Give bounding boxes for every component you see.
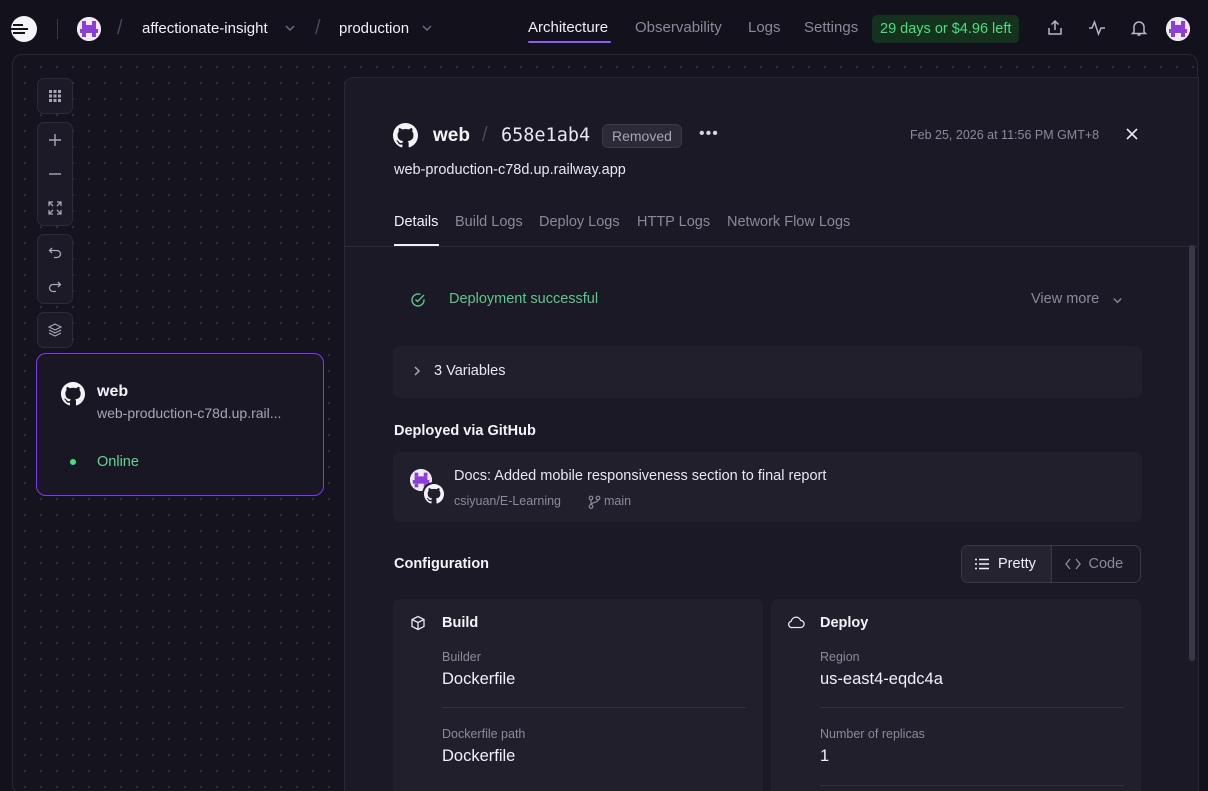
divider xyxy=(442,707,746,708)
status-dot-icon xyxy=(70,459,76,465)
build-title: Build xyxy=(442,615,479,631)
github-icon xyxy=(393,123,418,148)
grid-icon[interactable] xyxy=(38,79,72,113)
variables-row[interactable]: 3 Variables xyxy=(393,346,1142,398)
nav-settings[interactable]: Settings xyxy=(804,19,858,36)
removed-badge: Removed xyxy=(602,124,682,148)
zoom-out-icon[interactable] xyxy=(38,157,72,191)
tab-http-logs[interactable]: HTTP Logs xyxy=(637,214,710,230)
list-icon xyxy=(975,558,989,570)
project-name[interactable]: affectionate-insight xyxy=(142,20,268,37)
divider xyxy=(57,19,58,39)
git-branch-icon xyxy=(588,495,601,509)
service-name: web xyxy=(97,383,129,400)
view-more-button[interactable]: View more xyxy=(1031,291,1099,307)
details-tabs: Details Build Logs Deploy Logs HTTP Logs… xyxy=(345,214,1198,247)
variables-label: 3 Variables xyxy=(434,363,506,379)
tab-build-logs[interactable]: Build Logs xyxy=(455,214,523,230)
commit-message[interactable]: Docs: Added mobile responsiveness sectio… xyxy=(454,468,826,484)
deployment-hash[interactable]: 658e1ab4 xyxy=(501,125,590,146)
replicas-value: 1 xyxy=(820,747,830,765)
config-view-toggle: Pretty Code xyxy=(961,545,1141,583)
nav-architecture[interactable]: Architecture xyxy=(528,19,608,36)
service-domain: web-production-c78d.up.rail... xyxy=(97,405,282,421)
trial-badge[interactable]: 29 days or $4.96 left xyxy=(872,15,1020,43)
chevron-right-icon xyxy=(414,366,421,376)
code-icon xyxy=(1064,558,1081,570)
service-card-web[interactable]: web web-production-c78d.up.rail... Onlin… xyxy=(36,353,324,496)
deployment-url[interactable]: web-production-c78d.up.railway.app xyxy=(394,162,626,178)
configuration-heading: Configuration xyxy=(394,556,490,572)
canvas-history-toolbar xyxy=(37,234,73,304)
github-icon xyxy=(61,382,85,406)
canvas-zoom-toolbar xyxy=(37,122,73,226)
deployment-timestamp: Feb 25, 2026 at 11:56 PM GMT+8 xyxy=(910,128,1100,142)
divider xyxy=(820,785,1124,786)
builder-value: Dockerfile xyxy=(442,670,516,688)
nav-logs[interactable]: Logs xyxy=(748,19,781,36)
activity-icon[interactable] xyxy=(1088,19,1106,37)
environment-chevron-down-icon[interactable] xyxy=(421,22,433,34)
code-view-button[interactable]: Code xyxy=(1052,546,1141,582)
service-status: Online xyxy=(97,454,139,470)
canvas-layers-toolbar xyxy=(37,312,73,348)
view-more-chevron-down-icon[interactable] xyxy=(1112,295,1123,306)
environment-name[interactable]: production xyxy=(339,20,409,37)
divider xyxy=(820,707,1124,708)
deployment-status: Deployment successful xyxy=(449,291,599,307)
package-icon xyxy=(411,615,425,631)
commit-info[interactable]: Docs: Added mobile responsiveness sectio… xyxy=(393,452,1142,522)
deploy-config-card: Deploy Region us-east4-eqdc4a Number of … xyxy=(771,599,1141,791)
fit-view-icon[interactable] xyxy=(38,191,72,225)
tab-network-flow-logs[interactable]: Network Flow Logs xyxy=(727,214,850,230)
dockerfile-path-value: Dockerfile xyxy=(442,747,516,765)
nav-active-indicator xyxy=(528,41,611,43)
code-label: Code xyxy=(1088,556,1124,572)
close-icon[interactable] xyxy=(1126,128,1138,140)
user-avatar-icon[interactable] xyxy=(1166,17,1190,41)
zoom-in-icon[interactable] xyxy=(38,123,72,157)
breadcrumb-separator: / xyxy=(315,17,321,39)
commit-repo[interactable]: csiyuan/E-Learning xyxy=(454,494,561,508)
commit-github-badge xyxy=(422,482,446,506)
deployed-via-heading: Deployed via GitHub xyxy=(394,423,536,439)
undo-icon[interactable] xyxy=(38,235,72,269)
deploy-title: Deploy xyxy=(820,615,869,631)
bell-icon[interactable] xyxy=(1130,19,1148,37)
pretty-label: Pretty xyxy=(998,556,1036,572)
panel-title-separator: / xyxy=(482,124,488,146)
github-icon xyxy=(424,484,444,504)
region-value: us-east4-eqdc4a xyxy=(820,670,943,688)
layers-icon[interactable] xyxy=(38,313,72,347)
commit-branch[interactable]: main xyxy=(604,494,631,508)
tab-active-indicator xyxy=(394,244,439,246)
tab-details[interactable]: Details xyxy=(394,214,438,230)
share-icon[interactable] xyxy=(1046,19,1064,37)
dockerfile-path-label: Dockerfile path xyxy=(442,727,526,741)
project-chevron-down-icon[interactable] xyxy=(284,22,296,34)
breadcrumb-separator: / xyxy=(117,17,123,39)
builder-label: Builder xyxy=(442,650,481,664)
project-avatar[interactable] xyxy=(77,17,101,41)
top-bar: / affectionate-insight / production Arch… xyxy=(0,0,1208,56)
railway-logo-icon[interactable] xyxy=(11,16,37,42)
pretty-view-button[interactable]: Pretty xyxy=(962,546,1052,582)
deployment-details-panel: web / 658e1ab4 Removed ••• Feb 25, 2026 … xyxy=(344,77,1199,791)
nav-observability[interactable]: Observability xyxy=(635,19,722,36)
more-options-icon[interactable]: ••• xyxy=(699,125,719,143)
tab-deploy-logs[interactable]: Deploy Logs xyxy=(539,214,620,230)
build-config-card: Build Builder Dockerfile Dockerfile path… xyxy=(393,599,763,791)
check-circle-icon xyxy=(411,293,425,307)
cloud-icon xyxy=(788,616,805,629)
panel-service-name: web xyxy=(433,125,470,146)
region-label: Region xyxy=(820,650,860,664)
panel-scrollbar[interactable] xyxy=(1189,245,1195,661)
canvas-grid-toolbar xyxy=(37,78,73,114)
redo-icon[interactable] xyxy=(38,269,72,303)
replicas-label: Number of replicas xyxy=(820,727,925,741)
